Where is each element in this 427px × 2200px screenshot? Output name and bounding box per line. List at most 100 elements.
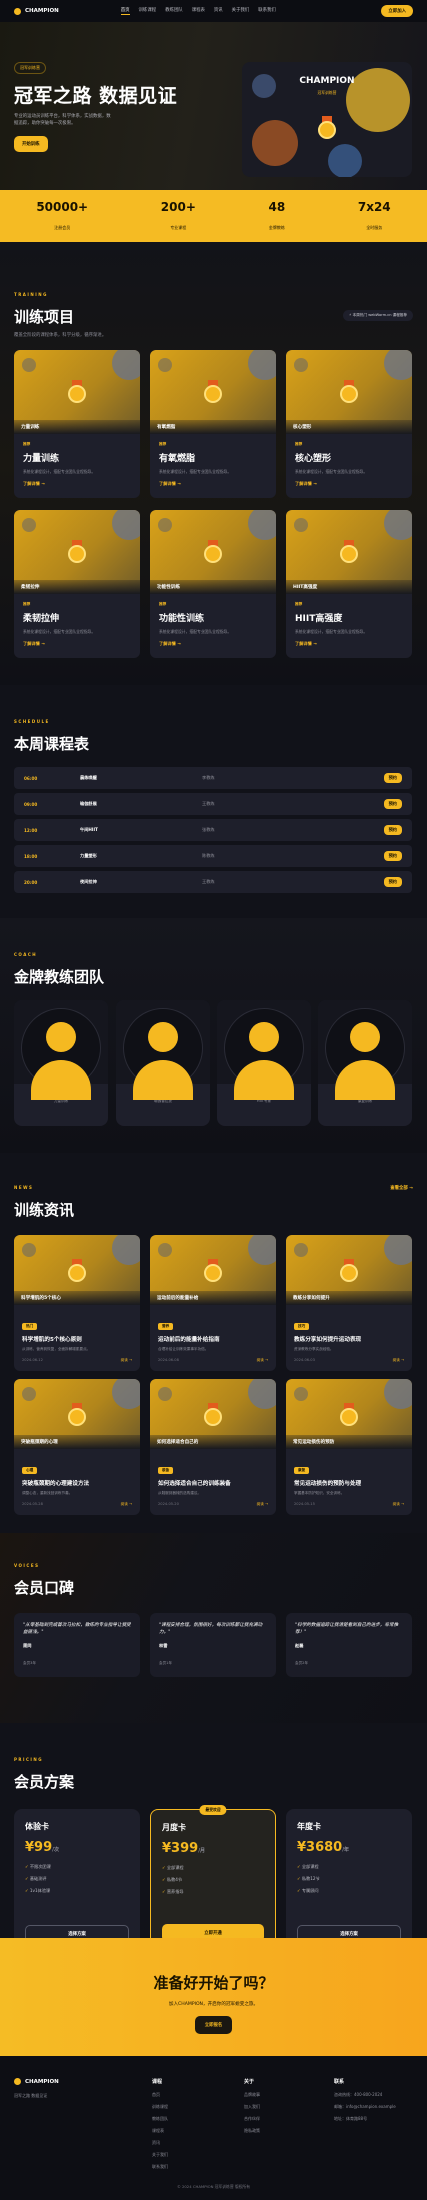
learn-more-link[interactable]: 了解详情 → — [295, 641, 403, 647]
book-button[interactable]: 预约 — [383, 825, 402, 835]
training-eyebrow: TRAINING — [14, 292, 48, 297]
plan-card-featured: 最受欢迎 月度卡 ¥399/月 全部课程私教4节营养指导 立即开通 — [150, 1805, 276, 1955]
coach-card[interactable]: 张教练HIIT专家 — [217, 1000, 311, 1126]
news-card[interactable]: 教练分享如何提升 技巧 教练分享如何提升运动表现 资深教练分享实战经验。 2024-06… — [286, 1235, 412, 1371]
medal-icon — [204, 1259, 222, 1282]
footer: CHAMPION 冠军之路 数据见证 课程 首页 训练课程 教练团队 课程表 资… — [0, 2056, 427, 2200]
program-card[interactable]: 力量训练 推荐 力量训练 系统化课程设计，搭配专业团队全程指导。 了解详情 → — [14, 350, 140, 498]
medal-icon — [204, 380, 222, 403]
coach-eyebrow: COACH — [14, 952, 38, 957]
hero-card-sub: 冠军训练营 — [317, 90, 337, 95]
news-card[interactable]: 突破瓶颈期的心理 心理 突破瓶颈期的心理建设方法 调整心态，重新找回训练节奏。 2024… — [14, 1379, 140, 1515]
stat-courses: 200+ 专业课程 — [160, 199, 196, 230]
hero-visual: CHAMPION 冠军训练营 — [242, 62, 412, 177]
testimonial-card: "科学的数据追踪让我清楚看到自己的进步，非常推荐！" 赵磊 会员2年 — [286, 1613, 412, 1677]
program-card[interactable]: 功能性训练 推荐 功能性训练 系统化课程设计，搭配专业团队全程指导。 了解详情 → — [150, 510, 276, 658]
voices-eyebrow: VOICES — [14, 1563, 40, 1568]
book-button[interactable]: 预约 — [383, 799, 402, 809]
hot-chip[interactable]: ⚡ 本周热门 webWorm.cn 课程推荐 — [343, 310, 413, 321]
training-sub: 覆盖全阶段的课程体系，科学分级，循序渐进。 — [14, 333, 107, 338]
footer-col-courses: 课程 首页 训练课程 教练团队 课程表 资讯 关于我们 联系我们 — [152, 2079, 168, 2169]
book-button[interactable]: 预约 — [383, 773, 402, 783]
news-card[interactable]: 如何选择适合自己的 装备 如何选择适合自己的训练装备 从鞋服到器械的选购建议。 2024… — [150, 1379, 276, 1515]
news-card[interactable]: 运动前后的能量补给 营养 运动前后的能量补给指南 合理补给让训练效果事半功倍。 2024… — [150, 1235, 276, 1371]
medal-icon — [68, 380, 86, 403]
footer-col-about: 关于 品牌故事 加入我们 合作伙伴 隐私政策 — [244, 2079, 260, 2133]
medal-icon — [204, 540, 222, 563]
nav-item-courses[interactable]: 训练课程 — [139, 7, 157, 15]
schedule-row: 20:00 夜间拉伸 王教练 预约 — [14, 871, 412, 893]
book-button[interactable]: 预约 — [383, 877, 402, 887]
training-section: TRAINING 训练项目 覆盖全阶段的课程体系，科学分级，循序渐进。 ⚡ 本周… — [0, 242, 427, 685]
book-button[interactable]: 预约 — [383, 851, 402, 861]
news-card[interactable]: 科学增肌的5个核心 热门 科学增肌的5个核心原则 从训练、营养到恢复，全面拆解增肌要点… — [14, 1235, 140, 1371]
brand-logo[interactable]: CHAMPION — [14, 7, 59, 15]
medal-icon — [340, 1259, 358, 1282]
hero-card-title: CHAMPION — [299, 76, 355, 86]
cta-title: 准备好开始了吗？ — [153, 1974, 274, 1992]
nav-item-home[interactable]: 首页 — [120, 7, 130, 15]
news-section: NEWS 训练资讯 查看全部 → 科学增肌的5个核心 热门 科学增肌的5个核心原则从… — [0, 1153, 427, 1533]
learn-more-link[interactable]: 了解详情 → — [23, 481, 131, 487]
program-card[interactable]: 核心塑形 推荐 核心塑形 系统化课程设计，搭配专业团队全程指导。 了解详情 → — [286, 350, 412, 498]
copyright: © 2024 CHAMPION 冠军训练营 版权所有 — [176, 2184, 251, 2189]
plan-card: 年度卡 ¥3680/年 全部课程私教12节专属顾问 选择方案 — [286, 1809, 412, 1955]
nav-item-news[interactable]: 资讯 — [214, 7, 223, 15]
news-eyebrow: NEWS — [14, 1185, 34, 1190]
hero-badge: 冠军训练营 — [14, 62, 46, 74]
program-card[interactable]: 有氧燃脂 推荐 有氧燃脂 系统化课程设计，搭配专业团队全程指导。 了解详情 → — [150, 350, 276, 498]
view-all-link[interactable]: 查看全部 → — [390, 1185, 413, 1191]
schedule-row: 12:00 午间HIIT 张教练 预约 — [14, 819, 412, 841]
pricing-title: 会员方案 — [14, 1773, 75, 1791]
coaches-section: COACH 金牌教练团队 李教练力量训练 王教练瑜伽普拉提 张教练HIIT专家 … — [0, 918, 427, 1153]
pricing-eyebrow: PRICING — [14, 1757, 44, 1762]
logo-icon — [14, 7, 21, 15]
decor-circle — [328, 144, 362, 177]
popular-badge: 最受欢迎 — [199, 1805, 227, 1815]
nav-item-contact[interactable]: 联系我们 — [258, 7, 276, 15]
learn-more-link[interactable]: 了解详情 → — [23, 641, 131, 647]
page: CHAMPION 首页 训练课程 教练团队 课程表 资讯 关于我们 联系我们 立… — [0, 0, 427, 2200]
cta-section: 准备好开始了吗？ 加入CHAMPION，开启你的冠军蜕变之旅。 立即报名 — [0, 1938, 427, 2056]
medal-icon — [318, 116, 336, 139]
coach-card[interactable]: 李教练力量训练 — [14, 1000, 108, 1126]
coach-card[interactable]: 陈教练康复训练 — [318, 1000, 412, 1126]
voices-section: VOICES 会员口碑 "从零基础到完成首次马拉松，教练的专业指导让我受益匪浅。… — [0, 1533, 427, 1723]
learn-more-link[interactable]: 了解详情 → — [159, 641, 267, 647]
top-nav: CHAMPION 首页 训练课程 教练团队 课程表 资讯 关于我们 联系我们 立… — [0, 0, 427, 22]
schedule-row: 06:00 晨练唤醒 李教练 预约 — [14, 767, 412, 789]
schedule-title: 本周课程表 — [14, 735, 90, 753]
decor-circle — [252, 120, 298, 166]
stat-service: 7x24 全时服务 — [357, 199, 391, 230]
logo-icon — [14, 2078, 21, 2085]
coach-title: 金牌教练团队 — [14, 968, 105, 986]
news-card[interactable]: 常见运动损伤的预防 康复 常见运动损伤的预防与处理 掌握基本防护知识，安全训练。 202… — [286, 1379, 412, 1515]
footer-col-contact: 联系 咨询热线：400-800-2024 邮箱：info@champion.ex… — [334, 2079, 396, 2121]
stat-coaches: 48 金牌教练 — [268, 199, 286, 230]
medal-icon — [204, 1403, 222, 1426]
schedule-eyebrow: SCHEDULE — [14, 719, 50, 724]
join-button[interactable]: 立即加入 — [381, 5, 413, 17]
stats-bar: 50000+ 注册会员 200+ 专业课程 48 金牌教练 7x24 全时服务 — [0, 190, 427, 242]
brand-name: CHAMPION — [25, 8, 59, 14]
nav-item-coaches[interactable]: 教练团队 — [165, 7, 183, 15]
learn-more-link[interactable]: 了解详情 → — [295, 481, 403, 487]
start-training-button[interactable]: 开始训练 — [14, 136, 48, 152]
program-card[interactable]: 柔韧拉伸 推荐 柔韧拉伸 系统化课程设计，搭配专业团队全程指导。 了解详情 → — [14, 510, 140, 658]
plan-card: 体验卡 ¥99/次 不限次团课基础测评1v1体验课 选择方案 — [14, 1809, 140, 1955]
nav-item-about[interactable]: 关于我们 — [232, 7, 250, 15]
testimonial-card: "课程安排合理，氛围很好，每次训练都让我充满动力。" 林雪 会员1年 — [150, 1613, 276, 1677]
medal-icon — [68, 1403, 86, 1426]
medal-icon — [340, 540, 358, 563]
stat-members: 50000+ 注册会员 — [36, 199, 89, 230]
schedule-row: 18:00 力量塑形 陈教练 预约 — [14, 845, 412, 867]
coach-card[interactable]: 王教练瑜伽普拉提 — [116, 1000, 210, 1126]
schedule-row: 09:00 瑜伽舒展 王教练 预约 — [14, 793, 412, 815]
program-card[interactable]: HIIT高强度 推荐 HIIT高强度 系统化课程设计，搭配专业团队全程指导。 了解详情… — [286, 510, 412, 658]
voices-title: 会员口碑 — [14, 1579, 75, 1597]
signup-button[interactable]: 立即报名 — [194, 2016, 233, 2034]
learn-more-link[interactable]: 了解详情 → — [159, 481, 267, 487]
medal-icon — [340, 1403, 358, 1426]
nav-item-schedule[interactable]: 课程表 — [192, 7, 205, 15]
medal-icon — [68, 540, 86, 563]
